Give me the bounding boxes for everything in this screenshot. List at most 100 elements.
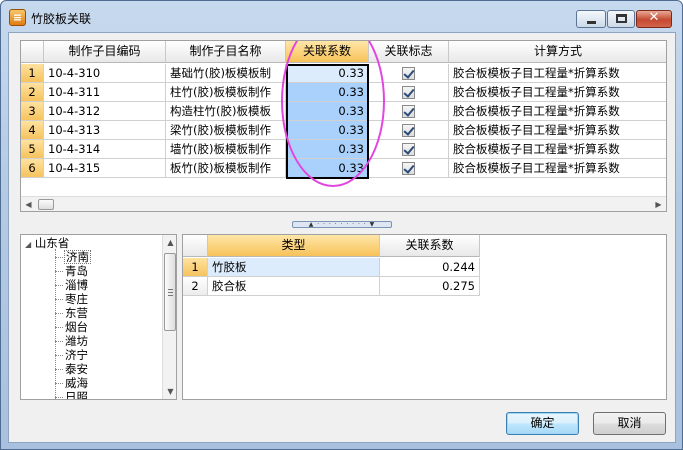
table-row[interactable]: 2 10-4-311 柱竹(胶)板模板制作 0.33 胶合板模板子目工程量*折算…	[21, 83, 666, 102]
name-cell[interactable]: 梁竹(胶)板模板制作	[166, 121, 286, 140]
flag-checkbox[interactable]	[402, 105, 415, 118]
name-cell[interactable]: 构造柱竹(胶)板模板	[166, 102, 286, 121]
scroll-up-icon[interactable]: ▲	[163, 235, 176, 250]
tree-item[interactable]: 淄博	[65, 278, 88, 292]
column-header-coefficient[interactable]: 关联系数	[286, 41, 369, 63]
code-cell[interactable]: 10-4-314	[44, 140, 166, 159]
flag-cell[interactable]	[369, 121, 449, 140]
flag-checkbox[interactable]	[402, 67, 415, 80]
cancel-button[interactable]: 取消	[593, 412, 666, 435]
column-header-method[interactable]: 计算方式	[449, 41, 666, 63]
column-header-code[interactable]: 制作子目编码	[44, 41, 166, 63]
table-row[interactable]: 5 10-4-314 墙竹(胶)板模板制作 0.33 胶合板模板子目工程量*折算…	[21, 140, 666, 159]
name-cell[interactable]: 板竹(胶)板模板制作	[166, 159, 286, 178]
flag-cell[interactable]	[369, 83, 449, 102]
row-header-corner	[183, 235, 208, 257]
close-button[interactable]: ✕	[636, 10, 672, 28]
tree-collapse-icon[interactable]: ◢	[25, 240, 31, 249]
code-cell[interactable]: 10-4-310	[44, 64, 166, 83]
row-number[interactable]: 2	[21, 83, 44, 102]
tree-item[interactable]: 日照	[65, 390, 88, 399]
close-icon: ✕	[648, 10, 660, 25]
method-cell[interactable]: 胶合板模板子目工程量*折算系数	[449, 159, 666, 178]
maximize-icon	[616, 14, 627, 23]
tree-item[interactable]: 东营	[65, 306, 88, 320]
flag-checkbox[interactable]	[402, 162, 415, 175]
minimize-button[interactable]	[576, 10, 606, 28]
table-row[interactable]: 6 10-4-315 板竹(胶)板模板制作 0.33 胶合板模板子目工程量*折算…	[21, 159, 666, 178]
grip-line	[168, 289, 173, 290]
scrollbar-thumb[interactable]	[38, 199, 54, 210]
coefficient-cell[interactable]: 0.33	[286, 121, 369, 140]
method-cell[interactable]: 胶合板模板子目工程量*折算系数	[449, 121, 666, 140]
method-cell[interactable]: 胶合板模板子目工程量*折算系数	[449, 64, 666, 83]
table-row[interactable]: 3 10-4-312 构造柱竹(胶)板模板 0.33 胶合板模板子目工程量*折算…	[21, 102, 666, 121]
tree-root-node[interactable]: ◢ 山东省	[25, 236, 69, 250]
method-cell[interactable]: 胶合板模板子目工程量*折算系数	[449, 102, 666, 121]
title-bar[interactable]: ≡ 竹胶板关联 ✕	[1, 1, 682, 33]
column-header-flag[interactable]: 关联标志	[369, 41, 449, 63]
coefficient-cell[interactable]: 0.33	[286, 140, 369, 159]
row-number[interactable]: 5	[21, 140, 44, 159]
flag-cell[interactable]	[369, 64, 449, 83]
tree-item[interactable]: 济宁	[65, 348, 88, 362]
tree-item-selected[interactable]: 济南	[64, 250, 91, 264]
tree-item[interactable]: 枣庄	[65, 292, 88, 306]
tree-connector	[55, 369, 63, 370]
tree-connector	[55, 271, 63, 272]
method-cell[interactable]: 胶合板模板子目工程量*折算系数	[449, 140, 666, 159]
vertical-scrollbar[interactable]: ▲ ▼	[162, 235, 176, 399]
maximize-button[interactable]	[607, 10, 635, 28]
tree-item[interactable]: 青岛	[65, 264, 88, 278]
coefficient-cell[interactable]: 0.244	[380, 258, 480, 277]
scroll-left-icon[interactable]: ◀	[21, 197, 36, 211]
tree-connector	[55, 299, 63, 300]
code-cell[interactable]: 10-4-313	[44, 121, 166, 140]
flag-cell[interactable]	[369, 102, 449, 121]
row-number[interactable]: 6	[21, 159, 44, 178]
table-row[interactable]: 1 竹胶板 0.244	[183, 258, 480, 277]
panel-splitter[interactable]: ▲ · · · · · · · · · ▼	[292, 221, 392, 228]
row-number[interactable]: 1	[21, 64, 44, 83]
tree-item[interactable]: 威海	[65, 376, 88, 390]
horizontal-scrollbar[interactable]: ◀ ▶	[21, 196, 666, 211]
coefficient-cell[interactable]: 0.33	[286, 159, 369, 178]
flag-cell[interactable]	[369, 140, 449, 159]
code-cell[interactable]: 10-4-315	[44, 159, 166, 178]
method-cell[interactable]: 胶合板模板子目工程量*折算系数	[449, 83, 666, 102]
scroll-down-icon[interactable]: ▼	[163, 384, 176, 399]
code-cell[interactable]: 10-4-311	[44, 83, 166, 102]
name-cell[interactable]: 墙竹(胶)板模板制作	[166, 140, 286, 159]
flag-checkbox[interactable]	[402, 143, 415, 156]
column-header-coefficient[interactable]: 关联系数	[380, 235, 480, 257]
row-number[interactable]: 4	[21, 121, 44, 140]
code-cell[interactable]: 10-4-312	[44, 102, 166, 121]
tree-item[interactable]: 烟台	[65, 320, 88, 334]
scrollbar-thumb[interactable]	[164, 253, 176, 331]
row-number[interactable]: 1	[183, 258, 208, 277]
flag-checkbox[interactable]	[402, 86, 415, 99]
name-cell[interactable]: 柱竹(胶)板模板制作	[166, 83, 286, 102]
coefficient-cell[interactable]: 0.33	[286, 64, 369, 83]
coefficient-cell[interactable]: 0.33	[286, 102, 369, 121]
name-cell[interactable]: 基础竹(胶)板模板制	[166, 64, 286, 83]
type-cell[interactable]: 胶合板	[208, 277, 380, 296]
table-row[interactable]: 4 10-4-313 梁竹(胶)板模板制作 0.33 胶合板模板子目工程量*折算…	[21, 121, 666, 140]
type-cell[interactable]: 竹胶板	[208, 258, 380, 277]
flag-checkbox[interactable]	[402, 124, 415, 137]
scroll-right-icon[interactable]: ▶	[651, 197, 666, 211]
row-number[interactable]: 3	[21, 102, 44, 121]
coefficient-cell[interactable]: 0.275	[380, 277, 480, 296]
tree-connector	[55, 341, 63, 342]
tree-item[interactable]: 潍坊	[65, 334, 88, 348]
table-row[interactable]: 2 胶合板 0.275	[183, 277, 480, 296]
row-number[interactable]: 2	[183, 277, 208, 296]
flag-cell[interactable]	[369, 159, 449, 178]
tree-item[interactable]: 泰安	[65, 362, 88, 376]
ok-button[interactable]: 确定	[506, 412, 579, 435]
column-header-name[interactable]: 制作子目名称	[166, 41, 286, 63]
material-grid: 类型 关联系数 1 竹胶板 0.244 2 胶合板 0.275	[182, 234, 667, 400]
table-row[interactable]: 1 10-4-310 基础竹(胶)板模板制 0.33 胶合板模板子目工程量*折算…	[21, 64, 666, 83]
column-header-type[interactable]: 类型	[208, 235, 380, 257]
coefficient-cell[interactable]: 0.33	[286, 83, 369, 102]
